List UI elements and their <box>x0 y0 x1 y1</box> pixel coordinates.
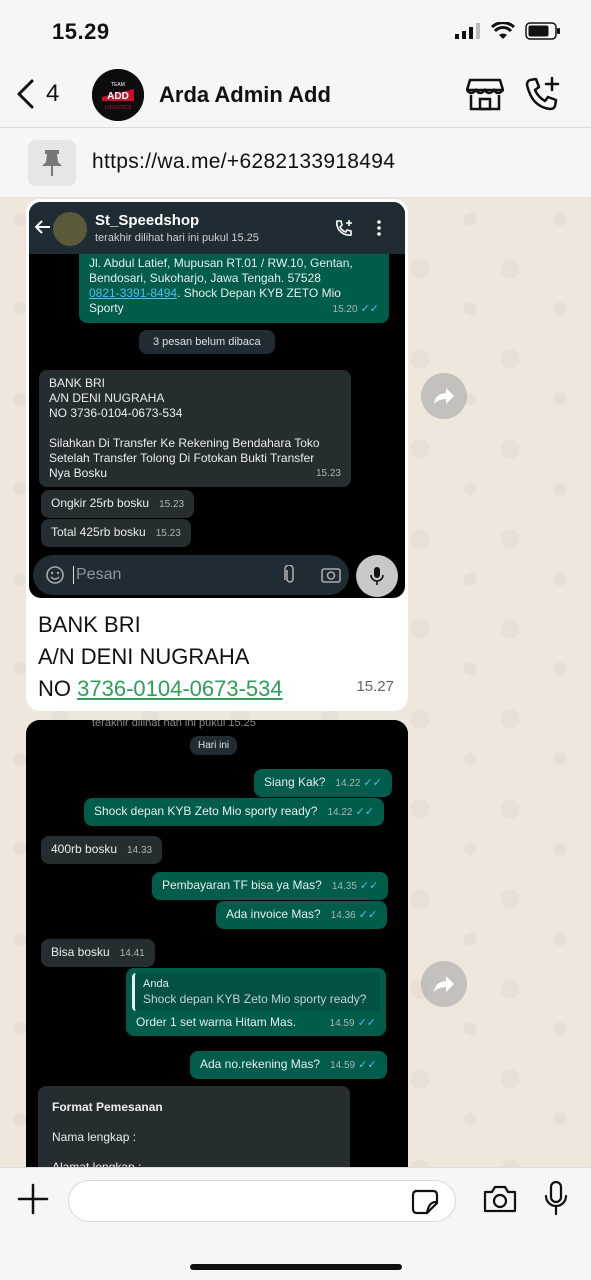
caption-line-2: A/N DENI NUGRAHA <box>38 644 250 669</box>
attach-icon <box>284 565 294 583</box>
image-caption: BANK BRI A/N DENI NUGRAHA NO 3736-0104-0… <box>26 601 408 711</box>
caption-line-3: NO 3736-0104-0673-534 <box>38 676 283 701</box>
msg-pembayaran: Pembayaran TF bisa ya Mas? 14.35 ✓✓ <box>152 872 389 900</box>
voice-message-button[interactable] <box>543 1180 569 1221</box>
message-input[interactable] <box>68 1180 456 1222</box>
embedded-last-seen-2: terakhir dilihat hari ini pukul 15.25 <box>92 720 256 729</box>
msg-invoice: Ada invoice Mas? 14.36 ✓✓ <box>216 901 388 929</box>
embedded-address-message: Jl. Abdul Latief, Mupusan RT.01 / RW.10,… <box>79 254 389 323</box>
embedded-input-bar: Pesan <box>33 555 349 595</box>
add-call-button[interactable] <box>524 76 560 117</box>
chat-area[interactable]: St_Speedshop terakhir dilihat hari ini p… <box>0 199 591 1167</box>
msg-order-quote: Anda Shock depan KYB Zeto Mio sporty rea… <box>126 968 386 1036</box>
avatar[interactable]: TEAM ADD LOGISTICS <box>92 69 144 121</box>
msg-400rb: 400rb bosku 14.33 <box>41 836 163 864</box>
embedded-mic-button <box>356 555 398 597</box>
embedded-last-seen: terakhir dilihat hari ini pukul 15.25 <box>95 232 259 244</box>
more-vert-icon <box>377 220 381 236</box>
account-number-link[interactable]: 3736-0104-0673-534 <box>77 676 283 701</box>
msg-rekening: Ada no.rekening Mas? 14.59 ✓✓ <box>190 1051 387 1079</box>
shop-icon <box>465 78 505 111</box>
forward-button-2[interactable] <box>421 961 467 1007</box>
embedded-ongkir-message: Ongkir 25rb bosku 15.23 <box>41 490 195 518</box>
msg-siang: Siang Kak? 14.22 ✓✓ <box>254 769 392 797</box>
svg-text:LOGISTICS: LOGISTICS <box>105 105 132 111</box>
home-indicator <box>190 1264 402 1270</box>
pinned-link-text[interactable]: https://wa.me/+6282133918494 <box>92 150 395 174</box>
business-shop-button[interactable] <box>465 76 505 117</box>
status-time: 15.29 <box>52 19 110 44</box>
image-message-bubble-2[interactable]: terakhir dilihat hari ini pukul 15.25 Ha… <box>26 720 408 1167</box>
emoji-icon <box>46 566 64 584</box>
forward-icon <box>434 388 454 404</box>
screenshot-image-2[interactable]: terakhir dilihat hari ini pukul 15.25 Ha… <box>26 720 408 1167</box>
msg-format-pemesanan: Format Pemesanan Nama lengkap : Alamat l… <box>38 1086 350 1167</box>
svg-text:ADD: ADD <box>107 91 129 102</box>
arrow-left-icon <box>35 220 50 234</box>
forward-button[interactable] <box>421 373 467 419</box>
wifi-icon <box>491 22 515 39</box>
embedded-header: St_Speedshop terakhir dilihat hari ini p… <box>29 202 405 254</box>
embedded-contact-name: St_Speedshop <box>95 212 200 229</box>
mic-icon <box>544 1180 568 1216</box>
phone-plus-icon <box>525 76 560 111</box>
plus-icon <box>17 1183 49 1215</box>
unread-divider: 3 pesan belum dibaca <box>139 330 275 354</box>
pinned-message-bar[interactable]: https://wa.me/+6282133918494 <box>0 128 591 198</box>
message-input-bar <box>0 1167 591 1280</box>
chevron-left-icon <box>17 79 34 109</box>
embedded-bank-message: BANK BRI A/N DENI NUGRAHA NO 3736-0104-0… <box>39 370 351 487</box>
camera-icon <box>483 1185 517 1213</box>
image-message-bubble[interactable]: St_Speedshop terakhir dilihat hari ini p… <box>26 199 408 711</box>
back-button[interactable]: 4 <box>14 78 59 110</box>
quoted-message: Anda Shock depan KYB Zeto Mio sporty rea… <box>132 973 380 1011</box>
sticker-button[interactable] <box>411 1189 439 1220</box>
avatar-logo: TEAM ADD LOGISTICS <box>92 69 144 121</box>
screenshot-image[interactable]: St_Speedshop terakhir dilihat hari ini p… <box>29 202 405 598</box>
attach-button[interactable] <box>16 1182 50 1221</box>
msg-bisa: Bisa bosku 14.41 <box>41 939 155 967</box>
battery-icon <box>525 22 560 40</box>
signal-icon <box>455 23 480 39</box>
mic-icon <box>370 567 384 585</box>
pin-icon <box>28 140 76 186</box>
camera-icon <box>321 568 341 583</box>
status-bar: 15.29 <box>0 0 591 62</box>
call-add-icon <box>335 220 352 236</box>
embedded-total-message: Total 425rb bosku 15.23 <box>41 519 191 547</box>
chat-header: 4 TEAM ADD LOGISTICS Arda Admin Add <box>0 62 591 128</box>
day-divider: Hari ini <box>190 736 238 755</box>
contact-name[interactable]: Arda Admin Add <box>159 82 331 108</box>
caption-line-1: BANK BRI <box>38 612 141 637</box>
forward-icon <box>434 976 454 992</box>
sticker-icon <box>411 1189 439 1215</box>
embedded-input-placeholder: Pesan <box>73 566 121 584</box>
unread-count: 4 <box>46 80 60 107</box>
status-icons <box>455 22 561 40</box>
msg-shock-ready: Shock depan KYB Zeto Mio sporty ready? 14… <box>84 798 384 826</box>
message-time: 15.27 <box>356 678 394 695</box>
svg-text:TEAM: TEAM <box>111 82 125 88</box>
camera-button[interactable] <box>482 1184 518 1219</box>
embedded-avatar <box>53 212 87 246</box>
